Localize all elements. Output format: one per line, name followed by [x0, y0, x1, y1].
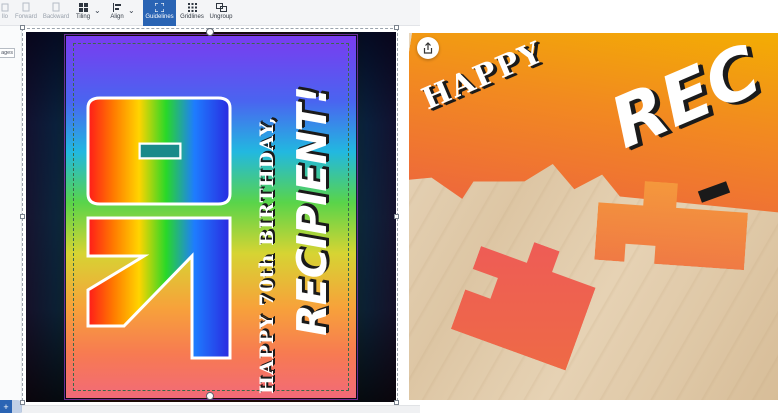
backward-icon: [51, 1, 61, 13]
align-chevron-down-icon[interactable]: ⌄: [128, 6, 135, 15]
tiling-label: Tiling: [75, 14, 91, 20]
forward-label: Forward: [14, 14, 37, 20]
share-button[interactable]: [417, 37, 439, 59]
undo-icon: [1, 1, 9, 13]
left-gutter: ages +: [0, 26, 24, 413]
backward-label: Backward: [42, 14, 70, 20]
guidelines-label: Guidelines: [145, 14, 174, 20]
ungroup-label: Ungroup: [209, 14, 233, 20]
gridlines-button[interactable]: Gridlines: [178, 0, 206, 26]
canvas-bottom-bar: [22, 405, 420, 413]
resize-handle-top-left[interactable]: [20, 25, 25, 30]
rotate-bottom-handle[interactable]: [206, 392, 214, 400]
align-icon: [113, 1, 121, 13]
forward-icon: [21, 1, 31, 13]
ungroup-button[interactable]: Ungroup: [208, 0, 234, 26]
guidelines-icon: [155, 1, 164, 13]
selection-frame: [22, 28, 398, 406]
undo-label: llo: [1, 14, 8, 20]
design-canvas[interactable]: HAPPY 70th BIRTHDAY, RECIPIENT!: [20, 25, 400, 406]
tiling-button[interactable]: Tiling: [73, 0, 93, 26]
tiling-chevron-down-icon[interactable]: ⌄: [94, 6, 101, 15]
gridlines-icon: [187, 1, 197, 13]
tiling-icon: [78, 1, 88, 13]
resize-handle-top-right[interactable]: [394, 25, 399, 30]
pages-tab[interactable]: ages: [0, 48, 15, 58]
guidelines-button[interactable]: Guidelines: [143, 0, 176, 26]
undo-button[interactable]: llo: [0, 0, 10, 26]
align-button[interactable]: Align: [108, 0, 126, 26]
share-icon: [423, 42, 433, 54]
resize-handle-right[interactable]: [394, 214, 399, 219]
forward-button[interactable]: Forward: [13, 0, 39, 26]
rotate-top-handle[interactable]: [206, 28, 214, 36]
resize-handle-left[interactable]: [20, 214, 25, 219]
ungroup-icon: [215, 1, 227, 13]
app: llo Forward Backward Tiling ⌄ Align ⌄ Gu…: [0, 0, 780, 413]
toolbar: llo Forward Backward Tiling ⌄ Align ⌄ Gu…: [0, 0, 420, 26]
backward-button[interactable]: Backward: [41, 0, 71, 26]
gridlines-label: Gridlines: [180, 14, 204, 20]
align-label: Align: [110, 14, 124, 20]
add-page-button[interactable]: +: [0, 400, 12, 413]
product-preview-photo[interactable]: HAPPY REC: [409, 33, 778, 400]
